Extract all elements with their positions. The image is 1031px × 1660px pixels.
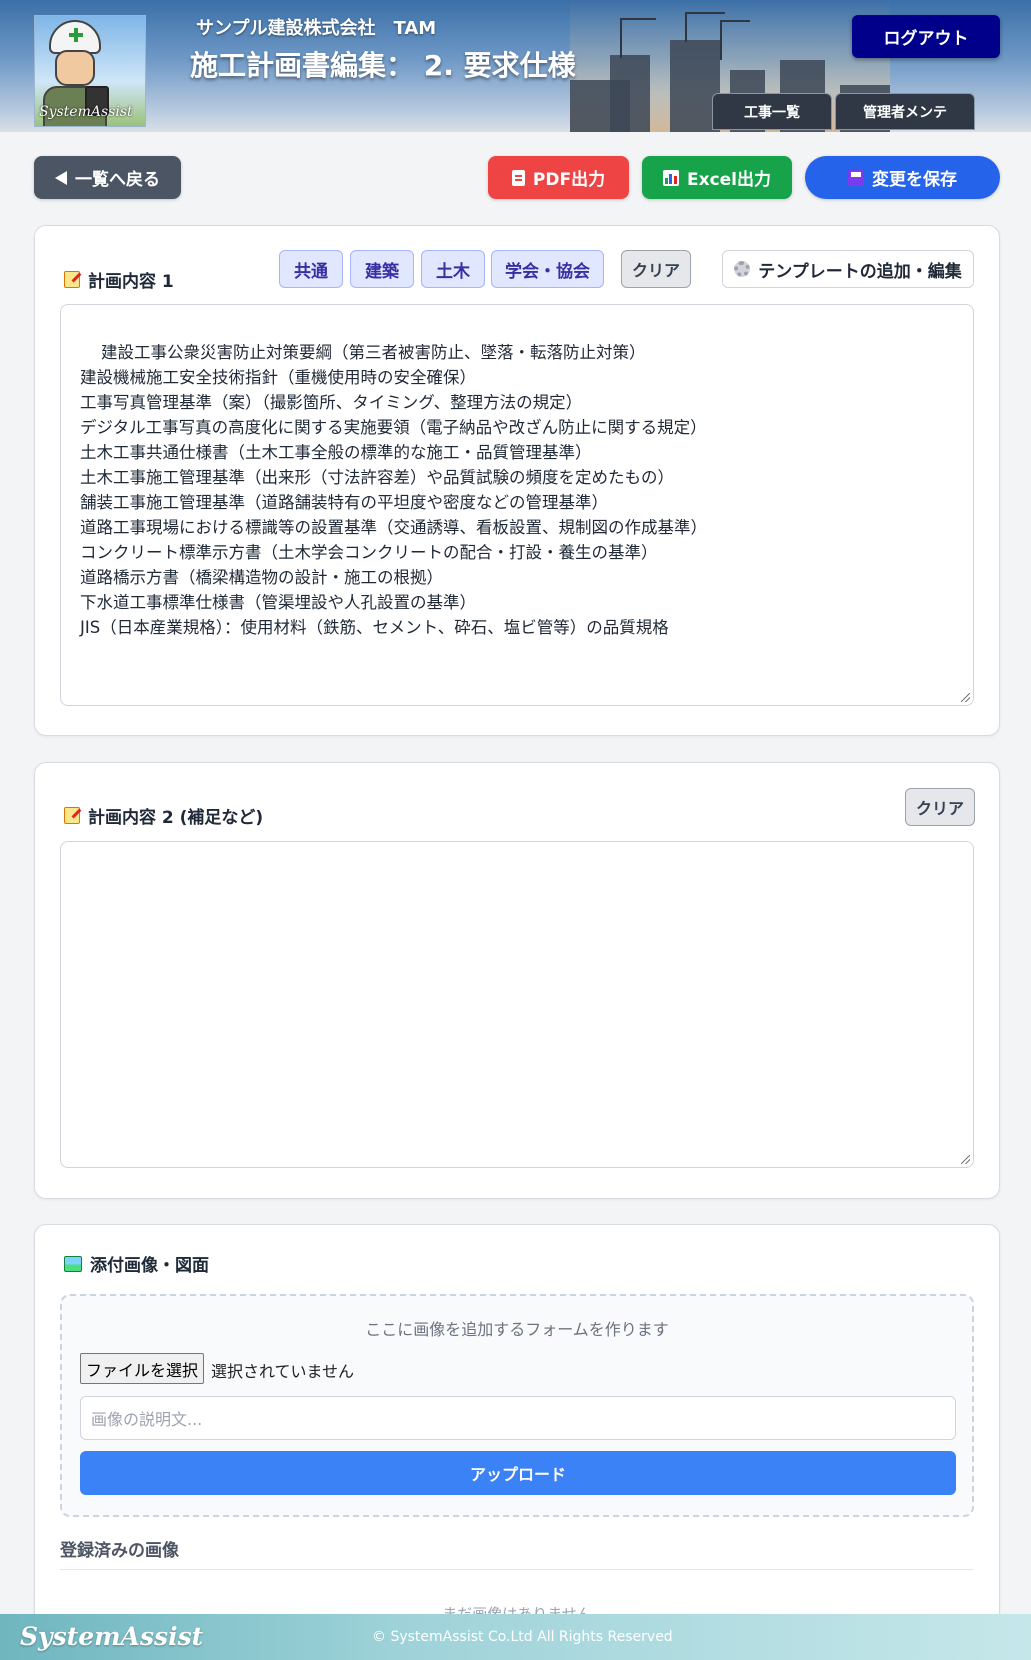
image-description-input[interactable]: 画像の説明文...	[80, 1396, 956, 1440]
bar-chart-icon	[662, 169, 679, 186]
back-to-list-button[interactable]: 一覧へ戻る	[34, 156, 181, 199]
worker-avatar-image: SystemAssist	[34, 15, 146, 127]
edit-templates-button[interactable]: テンプレートの追加・編集	[722, 250, 974, 288]
save-label: 変更を保存	[872, 170, 957, 190]
clear-plan-content-1-button[interactable]: クリア	[621, 250, 691, 288]
attachments-card: 添付画像・図面 ここに画像を追加するフォームを作ります ファイルを選択 選択され…	[34, 1224, 1000, 1660]
resize-handle-icon[interactable]	[961, 1155, 970, 1164]
pdf-export-button[interactable]: PDF出力	[488, 156, 629, 199]
picture-icon	[64, 1255, 82, 1272]
template-chip-civil[interactable]: 土木	[421, 250, 485, 288]
plan-content-2-card: 計画内容 2 (補足など) クリア	[34, 762, 1000, 1199]
document-icon	[511, 169, 525, 186]
clear-plan-content-2-button[interactable]: クリア	[905, 788, 975, 826]
memo-icon	[64, 807, 80, 824]
no-file-selected-text: 選択されていません	[211, 1362, 355, 1381]
plan-content-1-heading: 計画内容 1	[64, 267, 174, 292]
resize-handle-icon[interactable]	[961, 693, 970, 702]
nav-tab-project-list[interactable]: 工事一覧	[712, 93, 832, 130]
plan-content-2-heading: 計画内容 2 (補足など)	[64, 803, 263, 828]
image-description-placeholder: 画像の説明文...	[91, 1410, 203, 1429]
excel-export-button[interactable]: Excel出力	[642, 156, 792, 199]
footer-copyright: © SystemAssist Co.Ltd All Rights Reserve…	[372, 1629, 673, 1645]
gear-icon	[734, 261, 751, 277]
avatar-signature: SystemAssist	[39, 104, 133, 120]
company-name: サンプル建設株式会社 TAM	[196, 18, 437, 39]
choose-file-button[interactable]: ファイルを選択	[80, 1353, 204, 1384]
nav-tab-admin-maintenance[interactable]: 管理者メンテ	[835, 93, 975, 130]
template-chip-society[interactable]: 学会・協会	[491, 250, 604, 288]
app-footer: SystemAssist © SystemAssist Co.Ltd All R…	[0, 1614, 1031, 1660]
attachments-title: 添付画像・図面	[90, 1256, 209, 1276]
logout-button[interactable]: ログアウト	[852, 15, 1000, 58]
memo-icon	[64, 271, 80, 288]
plan-content-2-textarea[interactable]	[60, 841, 974, 1168]
upload-button[interactable]: アップロード	[80, 1451, 956, 1495]
back-label: 一覧へ戻る	[75, 170, 160, 190]
footer-logo: SystemAssist	[20, 1622, 204, 1651]
plan-content-1-textarea[interactable]: 建設工事公衆災害防止対策要綱（第三者被害防止、墜落・転落防止対策） 建設機械施工…	[60, 304, 974, 706]
plan-content-1-text: 建設工事公衆災害防止対策要綱（第三者被害防止、墜落・転落防止対策） 建設機械施工…	[80, 343, 707, 637]
image-upload-dropzone[interactable]: ここに画像を追加するフォームを作ります ファイルを選択 選択されていません 画像…	[60, 1294, 974, 1517]
dropzone-text: ここに画像を追加するフォームを作ります	[365, 1320, 669, 1339]
template-chip-architecture[interactable]: 建築	[350, 250, 414, 288]
registered-images-title: 登録済みの画像	[60, 1541, 179, 1561]
attachments-heading: 添付画像・図面	[64, 1251, 209, 1276]
excel-label: Excel出力	[686, 170, 771, 190]
floppy-disk-icon	[848, 169, 864, 186]
plan-content-2-title: 計画内容 2 (補足など)	[88, 808, 264, 828]
page-title: 施工計画書編集： 2. 要求仕様	[190, 49, 576, 82]
edit-templates-label: テンプレートの追加・編集	[758, 261, 962, 282]
plan-content-1-card: 計画内容 1 共通 建築 土木 学会・協会 クリア テンプレートの追加・編集 建…	[34, 225, 1000, 736]
plan-content-1-title: 計画内容 1	[88, 272, 174, 292]
template-chip-common[interactable]: 共通	[279, 250, 343, 288]
divider	[60, 1569, 974, 1570]
app-header: SystemAssist サンプル建設株式会社 TAM 施工計画書編集： 2. …	[0, 0, 1031, 132]
pdf-label: PDF出力	[532, 170, 606, 190]
back-arrow-icon	[55, 170, 67, 185]
save-changes-button[interactable]: 変更を保存	[805, 156, 1000, 199]
